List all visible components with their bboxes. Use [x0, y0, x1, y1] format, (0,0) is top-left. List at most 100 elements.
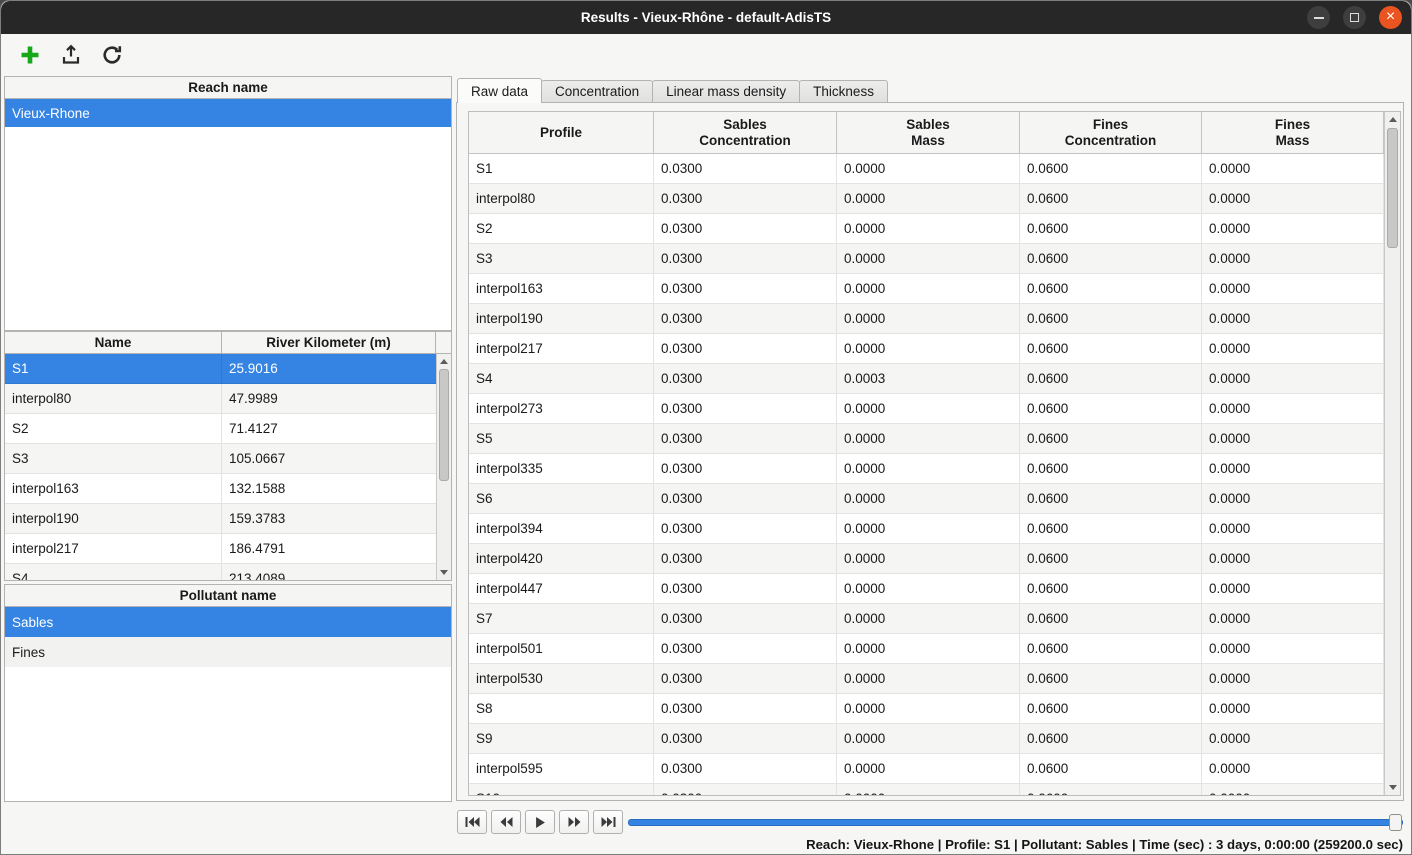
column-header-fines-mass[interactable]: FinesMass — [1202, 112, 1384, 153]
profile-km-cell[interactable]: 213.4089 — [222, 564, 436, 580]
profile-row[interactable]: S4213.4089 — [5, 564, 436, 580]
profile-row[interactable]: interpol8047.9989 — [5, 384, 436, 414]
column-header-name[interactable]: Name — [5, 332, 222, 353]
profile-cell[interactable]: S5 — [469, 424, 654, 453]
data-row[interactable]: S30.03000.00000.06000.0000 — [469, 244, 1384, 274]
value-cell[interactable]: 0.0600 — [1020, 304, 1202, 333]
value-cell[interactable]: 0.0000 — [1202, 604, 1384, 633]
maximize-button[interactable] — [1343, 6, 1366, 29]
value-cell[interactable]: 0.0300 — [654, 514, 837, 543]
profile-row[interactable]: interpol163132.1588 — [5, 474, 436, 504]
value-cell[interactable]: 0.0000 — [837, 184, 1020, 213]
profile-row[interactable]: S271.4127 — [5, 414, 436, 444]
profile-name-cell[interactable]: S1 — [5, 354, 222, 383]
data-row[interactable]: interpol2730.03000.00000.06000.0000 — [469, 394, 1384, 424]
value-cell[interactable]: 0.0000 — [837, 214, 1020, 243]
value-cell[interactable]: 0.0600 — [1020, 724, 1202, 753]
profile-km-cell[interactable]: 25.9016 — [222, 354, 436, 383]
value-cell[interactable]: 0.0000 — [1202, 724, 1384, 753]
close-button[interactable]: × — [1379, 6, 1402, 29]
data-row[interactable]: S40.03000.00030.06000.0000 — [469, 364, 1384, 394]
profile-name-cell[interactable]: interpol190 — [5, 504, 222, 533]
profile-cell[interactable]: S9 — [469, 724, 654, 753]
data-row[interactable]: interpol5300.03000.00000.06000.0000 — [469, 664, 1384, 694]
profile-cell[interactable]: interpol163 — [469, 274, 654, 303]
profile-row[interactable]: S3105.0667 — [5, 444, 436, 474]
profile-row[interactable]: interpol190159.3783 — [5, 504, 436, 534]
scrollbar-thumb[interactable] — [439, 369, 449, 481]
profile-cell[interactable]: interpol335 — [469, 454, 654, 483]
profile-cell[interactable]: S8 — [469, 694, 654, 723]
tab-concentration[interactable]: Concentration — [541, 80, 653, 103]
skip-to-end-button[interactable] — [593, 810, 623, 834]
profile-row[interactable]: S125.9016 — [5, 354, 436, 384]
value-cell[interactable]: 0.0000 — [1202, 664, 1384, 693]
value-cell[interactable]: 0.0600 — [1020, 574, 1202, 603]
value-cell[interactable]: 0.0600 — [1020, 364, 1202, 393]
value-cell[interactable]: 0.0000 — [1202, 424, 1384, 453]
value-cell[interactable]: 0.0000 — [1202, 154, 1384, 183]
data-row[interactable]: S80.03000.00000.06000.0000 — [469, 694, 1384, 724]
value-cell[interactable]: 0.0300 — [654, 754, 837, 783]
profile-name-cell[interactable]: S3 — [5, 444, 222, 473]
value-cell[interactable]: 0.0300 — [654, 424, 837, 453]
profile-cell[interactable]: S7 — [469, 604, 654, 633]
data-row[interactable]: S90.03000.00000.06000.0000 — [469, 724, 1384, 754]
value-cell[interactable]: 0.0600 — [1020, 334, 1202, 363]
value-cell[interactable]: 0.0600 — [1020, 394, 1202, 423]
value-cell[interactable]: 0.0000 — [837, 544, 1020, 573]
value-cell[interactable]: 0.0000 — [837, 634, 1020, 663]
skip-to-start-button[interactable] — [457, 810, 487, 834]
value-cell[interactable]: 0.0300 — [654, 634, 837, 663]
profile-cell[interactable]: interpol80 — [469, 184, 654, 213]
value-cell[interactable]: 0.0000 — [837, 664, 1020, 693]
profile-km-cell[interactable]: 71.4127 — [222, 414, 436, 443]
pollutant-list-item[interactable]: Fines — [5, 637, 451, 667]
value-cell[interactable]: 0.0300 — [654, 574, 837, 603]
profile-cell[interactable]: S10 — [469, 784, 654, 795]
reach-list-item[interactable]: Vieux-Rhone — [5, 99, 451, 127]
profile-cell[interactable]: interpol394 — [469, 514, 654, 543]
value-cell[interactable]: 0.0000 — [1202, 484, 1384, 513]
value-cell[interactable]: 0.0000 — [837, 574, 1020, 603]
profile-cell[interactable]: interpol501 — [469, 634, 654, 663]
column-header-fines-concentration[interactable]: FinesConcentration — [1020, 112, 1202, 153]
value-cell[interactable]: 0.0000 — [1202, 514, 1384, 543]
profile-cell[interactable]: interpol530 — [469, 664, 654, 693]
value-cell[interactable]: 0.0600 — [1020, 604, 1202, 633]
data-row[interactable]: S100.03000.00000.06000.0000 — [469, 784, 1384, 795]
scrollbar-thumb[interactable] — [1387, 128, 1398, 248]
value-cell[interactable]: 0.0300 — [654, 664, 837, 693]
profile-km-cell[interactable]: 186.4791 — [222, 534, 436, 563]
value-cell[interactable]: 0.0000 — [1202, 574, 1384, 603]
value-cell[interactable]: 0.0600 — [1020, 424, 1202, 453]
value-cell[interactable]: 0.0000 — [837, 604, 1020, 633]
profile-cell[interactable]: interpol190 — [469, 304, 654, 333]
profile-cell[interactable]: interpol595 — [469, 754, 654, 783]
value-cell[interactable]: 0.0300 — [654, 544, 837, 573]
time-slider[interactable] — [628, 819, 1403, 826]
value-cell[interactable]: 0.0000 — [837, 244, 1020, 273]
profile-name-cell[interactable]: interpol217 — [5, 534, 222, 563]
data-row[interactable]: interpol1630.03000.00000.06000.0000 — [469, 274, 1384, 304]
value-cell[interactable]: 0.0600 — [1020, 154, 1202, 183]
profile-km-cell[interactable]: 105.0667 — [222, 444, 436, 473]
profile-km-cell[interactable]: 47.9989 — [222, 384, 436, 413]
value-cell[interactable]: 0.0000 — [1202, 394, 1384, 423]
data-row[interactable]: interpol2170.03000.00000.06000.0000 — [469, 334, 1384, 364]
data-row[interactable]: interpol5010.03000.00000.06000.0000 — [469, 634, 1384, 664]
value-cell[interactable]: 0.0600 — [1020, 784, 1202, 795]
value-cell[interactable]: 0.0300 — [654, 184, 837, 213]
value-cell[interactable]: 0.0000 — [1202, 784, 1384, 795]
column-header-sables-concentration[interactable]: SablesConcentration — [654, 112, 837, 153]
column-header-profile[interactable]: Profile — [469, 112, 654, 153]
value-cell[interactable]: 0.0000 — [1202, 634, 1384, 663]
profile-cell[interactable]: interpol447 — [469, 574, 654, 603]
data-row[interactable]: S10.03000.00000.06000.0000 — [469, 154, 1384, 184]
value-cell[interactable]: 0.0000 — [837, 394, 1020, 423]
value-cell[interactable]: 0.0000 — [837, 754, 1020, 783]
data-row[interactable]: interpol4200.03000.00000.06000.0000 — [469, 544, 1384, 574]
value-cell[interactable]: 0.0000 — [837, 514, 1020, 543]
value-cell[interactable]: 0.0300 — [654, 154, 837, 183]
value-cell[interactable]: 0.0300 — [654, 604, 837, 633]
